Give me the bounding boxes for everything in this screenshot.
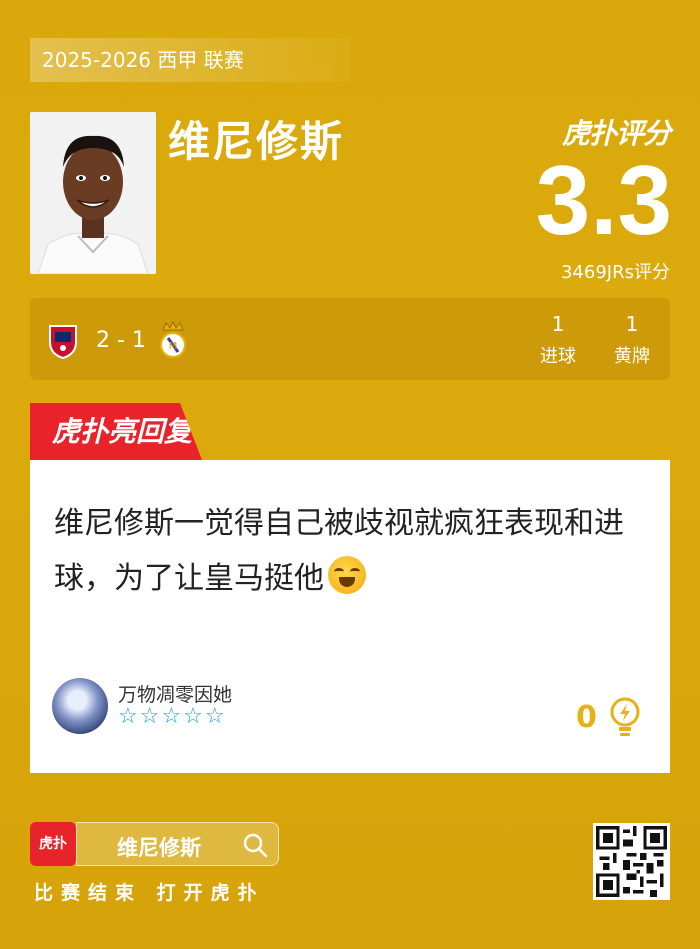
rating-score: 3.3 [535,145,672,255]
stat-goals-label: 进球 [540,346,576,367]
match-summary: 2 - 1 M 1 进球 1 黄牌 [30,298,670,380]
stat-yellow-value: 1 [625,312,639,336]
search-icon[interactable] [242,832,268,858]
avatar[interactable] [52,678,108,734]
open-app-prompt[interactable]: 比赛结束 打开虎扑 [34,878,265,905]
player-name: 维尼修斯 [168,117,345,166]
like-count: 0 [576,700,597,735]
stat-goals-value: 1 [551,312,565,336]
real-madrid-crest-icon: M [156,320,190,360]
osasuna-crest-icon [46,320,80,360]
comment-card: 维尼修斯一觉得自己被歧视就疯狂表现和进球，为了让皇马挺他 万物凋零因她 ☆☆☆☆… [30,460,670,773]
league-label: 2025-2026 西甲 联赛 [30,38,350,82]
highlight-reply-tag: 虎扑亮回复 [30,403,202,460]
hupu-app-logo[interactable]: 虎扑 [30,822,76,866]
svg-text:M: M [169,341,178,352]
rating-count: 3469JRs评分 [560,262,670,283]
lightbulb-like-icon[interactable] [608,696,642,740]
qr-code [593,823,670,900]
stat-yellow-cards: 1 黄牌 [597,312,667,368]
search-box[interactable]: 维尼修斯 [76,822,279,866]
stat-goals: 1 进球 [523,312,593,368]
player-photo [30,112,156,274]
match-score: 2 - 1 [96,328,146,353]
username[interactable]: 万物凋零因她 [118,680,232,707]
star-rating: ☆☆☆☆☆ [118,704,227,729]
stat-yellow-label: 黄牌 [614,346,650,367]
laughing-crying-emoji-icon [328,556,366,594]
comment-text: 维尼修斯一觉得自己被歧视就疯狂表现和进球，为了让皇马挺他 [54,496,634,606]
search-text: 维尼修斯 [117,836,201,860]
